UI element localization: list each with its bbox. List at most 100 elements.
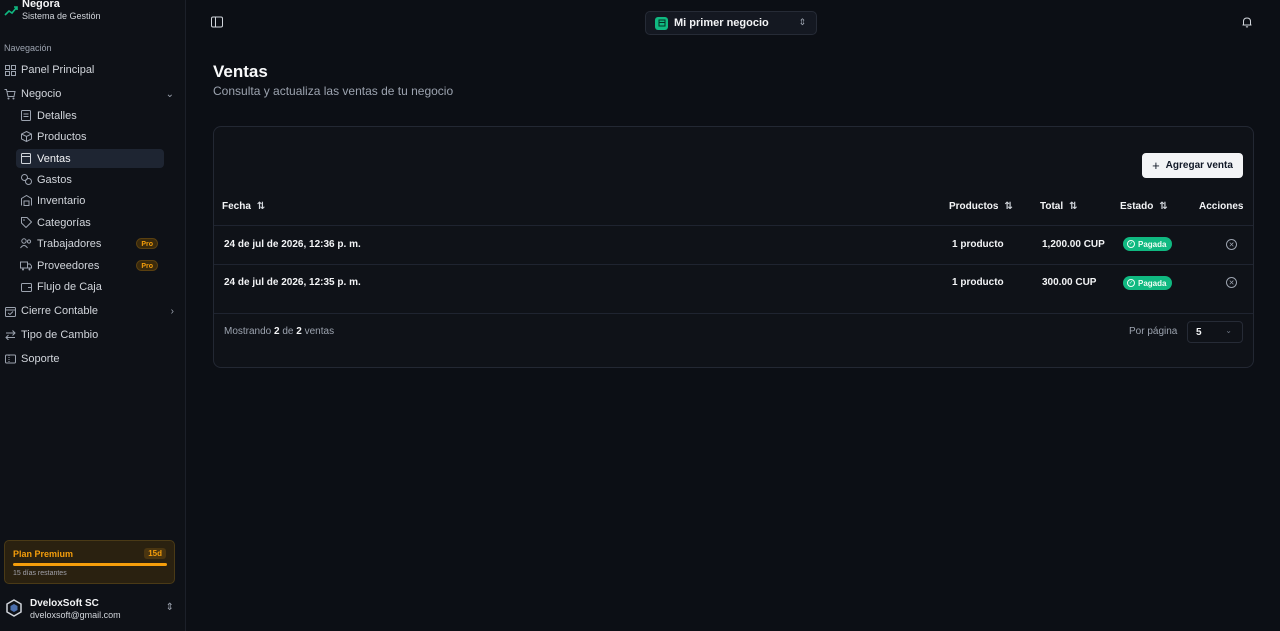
column-header-label: Productos (949, 201, 999, 212)
sidebar-item-productos[interactable]: Productos (16, 127, 164, 146)
sort-icon: ⇅ (1069, 201, 1078, 212)
sidebar-item-panel-principal[interactable]: Panel Principal (0, 60, 186, 80)
column-header-label: Total (1040, 201, 1064, 212)
cancel-sale-icon[interactable]: ✕ (1226, 239, 1237, 250)
summary-total: 2 (296, 326, 302, 337)
check-circle-icon: ✓ (1127, 240, 1135, 248)
tag-icon (20, 217, 32, 229)
app: Negora Sistema de Gestión Navegación Pan… (0, 0, 1280, 631)
plus-icon: + (1152, 158, 1160, 173)
sidebar-item-label: Gastos (37, 173, 72, 186)
chevron-down-icon: ⌄ (1225, 326, 1232, 335)
column-header-estado[interactable]: Estado ⇅ (1120, 201, 1168, 212)
brand-name: Negora (22, 0, 60, 10)
arrow-left-right-icon (4, 329, 16, 341)
bell-icon[interactable] (1241, 16, 1253, 28)
column-header-label: Acciones (1199, 201, 1244, 212)
sort-icon: ⇅ (1004, 201, 1013, 212)
user-menu[interactable]: DveloxSoft SC dveloxsoft@gmail.com ⇕ (0, 592, 186, 628)
sidebar-item-label: Soporte (21, 353, 60, 365)
sidebar-item-detalles[interactable]: Detalles (16, 106, 164, 125)
plan-progress-fill (13, 563, 167, 566)
sidebar-item-trabajadores[interactable]: Trabajadores Pro (16, 234, 164, 253)
divider (214, 264, 1253, 265)
sidebar-item-label: Flujo de Caja (37, 280, 102, 293)
avatar (6, 599, 22, 617)
sidebar-item-label: Tipo de Cambio (21, 329, 99, 341)
nav-section-label: Navegación (4, 43, 52, 53)
divider (214, 225, 1253, 226)
calendar-check-icon (4, 305, 16, 317)
coins-icon (20, 174, 32, 186)
wallet-icon (20, 281, 32, 293)
cell-fecha: 24 de jul de 2026, 12:36 p. m. (224, 239, 361, 250)
sidebar-item-gastos[interactable]: Gastos (16, 170, 164, 189)
sidebar-item-label: Proveedores (37, 259, 100, 272)
chevron-down-icon: ⌄ (165, 88, 174, 100)
sidebar-item-negocio[interactable]: Negocio ⌄ (0, 84, 186, 104)
sidebar-item-label: Cierre Contable (21, 305, 99, 317)
cancel-sale-icon[interactable]: ✕ (1226, 277, 1237, 288)
per-page-value: 5 (1196, 327, 1202, 338)
sidebar-item-label: Negocio (21, 88, 62, 100)
chevron-right-icon: › (170, 305, 174, 317)
summary-shown: 2 (274, 326, 280, 337)
column-header-label: Fecha (222, 201, 251, 212)
sidebar-item-soporte[interactable]: Soporte (0, 349, 186, 369)
add-sale-label: Agregar venta (1165, 160, 1233, 171)
page-title: Ventas (213, 62, 268, 81)
ticket-icon (4, 353, 16, 365)
sidebar: Negora Sistema de Gestión Navegación Pan… (0, 0, 186, 631)
column-header-fecha[interactable]: Fecha ⇅ (222, 201, 265, 212)
sidebar-item-categorias[interactable]: Categorías (16, 213, 164, 232)
users-icon (20, 238, 32, 250)
trending-up-icon (4, 6, 18, 16)
pagination-summary: Mostrando 2 de 2 ventas (224, 326, 334, 337)
sidebar-item-cierre-contable[interactable]: Cierre Contable › (0, 301, 186, 321)
per-page-label: Por página (1129, 326, 1178, 337)
sidebar-item-label: Detalles (37, 109, 77, 122)
sort-icon: ⇅ (1159, 201, 1168, 212)
brand[interactable]: Negora Sistema de Gestión (4, 0, 101, 22)
summary-prefix: Mostrando (224, 326, 272, 337)
column-header-total[interactable]: Total ⇅ (1040, 201, 1078, 212)
divider (214, 313, 1253, 314)
layout-grid-icon (4, 64, 16, 76)
page-subtitle: Consulta y actualiza las ventas de tu ne… (213, 84, 454, 98)
plan-card[interactable]: Plan Premium 15d 15 días restantes (4, 540, 175, 584)
check-circle-icon: ✓ (1127, 279, 1135, 287)
sidebar-item-ventas[interactable]: Ventas (16, 149, 164, 168)
cell-productos: 1 producto (952, 239, 1004, 250)
business-name: Mi primer negocio (674, 17, 769, 29)
file-text-icon (20, 110, 32, 122)
status-badge: ✓ Pagada (1123, 276, 1173, 290)
sidebar-item-flujo-de-caja[interactable]: Flujo de Caja (16, 277, 164, 296)
sidebar-item-tipo-de-cambio[interactable]: Tipo de Cambio (0, 325, 186, 345)
sidebar-toggle-icon[interactable] (211, 16, 223, 28)
sidebar-item-label: Productos (37, 130, 87, 143)
sidebar-item-label: Trabajadores (37, 237, 102, 250)
per-page-select[interactable]: 5 ⌄ (1187, 321, 1243, 343)
plan-progress-bar (13, 563, 167, 566)
sidebar-item-proveedores[interactable]: Proveedores Pro (16, 256, 164, 275)
pro-badge: Pro (136, 238, 158, 249)
status-badge: ✓ Pagada (1123, 237, 1173, 251)
plan-days-badge: 15d (144, 548, 166, 559)
chevrons-up-down-icon: ⇕ (165, 602, 174, 613)
plan-title: Plan Premium (13, 549, 74, 559)
chevrons-up-down-icon: ⇕ (798, 17, 806, 27)
shopping-cart-icon (4, 88, 16, 100)
summary-suffix: ventas (304, 326, 335, 337)
business-selector[interactable]: Mi primer negocio ⇕ (645, 11, 817, 35)
cell-total: 300.00 CUP (1042, 277, 1097, 288)
cell-total: 1,200.00 CUP (1042, 239, 1105, 250)
sidebar-item-inventario[interactable]: Inventario (16, 191, 164, 210)
plan-remaining: 15 días restantes (13, 570, 67, 577)
status-label: Pagada (1138, 239, 1167, 249)
warehouse-icon (20, 195, 32, 207)
column-header-productos[interactable]: Productos ⇅ (949, 201, 1013, 212)
status-label: Pagada (1138, 278, 1167, 288)
add-sale-button[interactable]: + Agregar venta (1142, 153, 1243, 178)
cell-productos: 1 producto (952, 277, 1004, 288)
summary-of: de (282, 326, 294, 337)
